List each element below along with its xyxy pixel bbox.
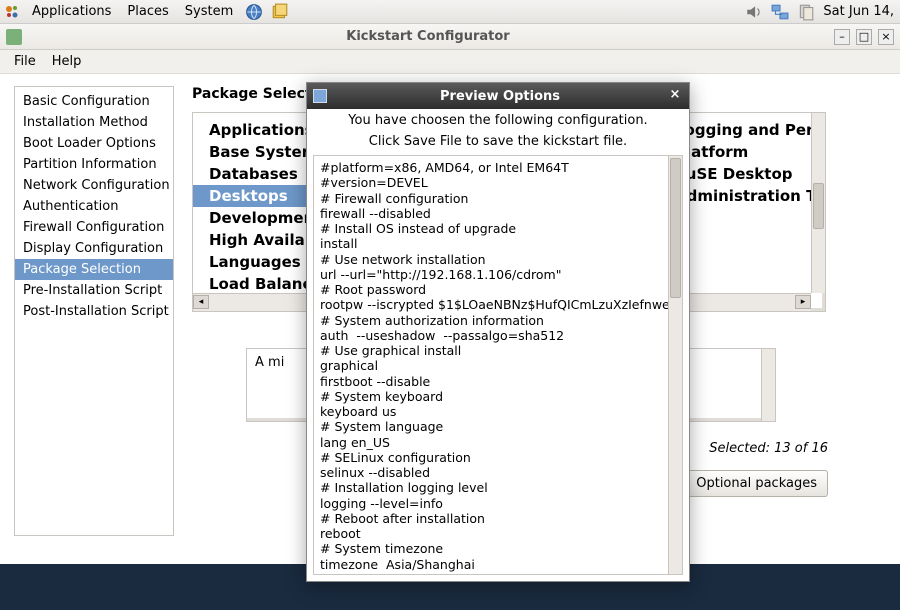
description-text: A mi [255,355,284,370]
sidebar-item-installation-method[interactable]: Installation Method [15,112,173,133]
window-title: Kickstart Configurator [28,29,828,44]
window-minimize-button[interactable]: – [834,29,850,45]
window-close-button[interactable]: × [878,29,894,45]
clipboard-icon[interactable] [797,3,815,21]
network-icon[interactable] [771,3,789,21]
browser-icon[interactable] [245,3,263,21]
notes-icon[interactable] [271,3,289,21]
dialog-title: Preview Options [333,89,667,104]
sidebar-item-display-configuration[interactable]: Display Configuration [15,238,173,259]
selected-count-label: Selected: 13 of 16 [709,441,828,456]
menu-help[interactable]: Help [44,51,90,72]
scroll-left-button[interactable]: ◂ [193,295,209,309]
dialog-message-2: Click Save File to save the kickstart fi… [307,130,689,151]
dialog-close-button[interactable]: × [667,88,683,104]
panel-menu-applications[interactable]: Applications [28,2,115,21]
sidebar-item-basic-configuration[interactable]: Basic Configuration [15,91,173,112]
optional-packages-button[interactable]: Optional packages [685,470,828,497]
gnome-foot-icon [4,4,20,20]
app-icon [6,29,22,45]
category-scrollbar-vertical[interactable] [811,113,825,293]
dialog-message-1: You have choosen the following configura… [307,109,689,130]
volume-icon[interactable] [745,3,763,21]
sidebar-item-package-selection[interactable]: Package Selection [15,259,173,280]
sidebar-item-firewall-configuration[interactable]: Firewall Configuration [15,217,173,238]
scroll-right-button[interactable]: ▸ [795,295,811,309]
sidebar-item-partition-information[interactable]: Partition Information [15,154,173,175]
preview-options-dialog: Preview Options × You have choosen the f… [306,82,690,582]
window-maximize-button[interactable]: □ [856,29,872,45]
panel-menu-places[interactable]: Places [123,2,172,21]
window-titlebar: Kickstart Configurator – □ × [0,24,900,50]
panel-menu-system[interactable]: System [181,2,237,21]
sidebar-item-authentication[interactable]: Authentication [15,196,173,217]
sidebar: Basic ConfigurationInstallation MethodBo… [14,86,174,536]
sidebar-item-boot-loader-options[interactable]: Boot Loader Options [15,133,173,154]
menubar: File Help [0,50,900,74]
sidebar-item-network-configuration[interactable]: Network Configuration [15,175,173,196]
kickstart-preview: #platform=x86, AMD64, or Intel EM64T #ve… [313,155,683,575]
panel-clock[interactable]: Sat Jun 14, [823,4,896,19]
preview-scrollbar[interactable] [668,156,682,574]
dialog-titlebar: Preview Options × [307,83,689,109]
menu-file[interactable]: File [6,51,44,72]
description-scrollbar[interactable] [761,349,775,421]
dialog-icon [313,89,327,103]
sidebar-item-pre-installation-script[interactable]: Pre-Installation Script [15,280,173,301]
sidebar-item-post-installation-script[interactable]: Post-Installation Script [15,301,173,322]
gnome-panel: Applications Places System Sat Jun 14, [0,0,900,24]
kickstart-text[interactable]: #platform=x86, AMD64, or Intel EM64T #ve… [314,156,682,575]
